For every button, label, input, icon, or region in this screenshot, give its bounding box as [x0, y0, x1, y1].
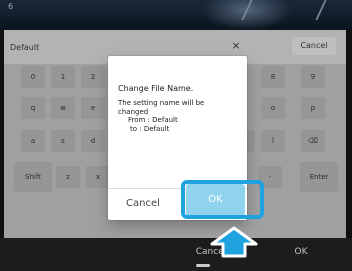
dialog-cancel-button[interactable]: Cancel: [108, 189, 178, 220]
dialog-message-line: The setting name will be: [118, 99, 205, 107]
dialog-message-line: changed: [118, 107, 149, 116]
dialog-title: Change File Name.: [118, 84, 194, 93]
dialog-message: The setting name will be changed From : …: [118, 99, 238, 133]
dialog-from-line: From : Default: [128, 116, 178, 125]
arrow-up-icon: [210, 226, 258, 258]
ok-highlight-box: [181, 180, 264, 219]
app-screen: 6 × Cancel 0 1 2 8 9 q w e o p a s d k l…: [0, 0, 352, 271]
dialog-to-line: to : Default: [130, 124, 170, 133]
